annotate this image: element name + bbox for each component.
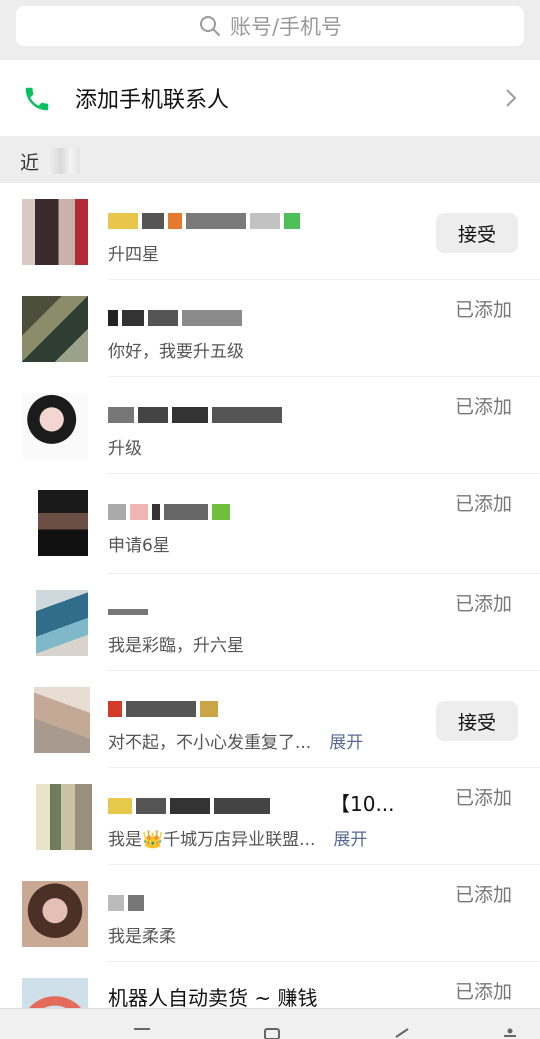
search-bar-area: 账号/手机号 [0, 0, 540, 60]
request-message-text: 我是👑千城万店异业联盟... [108, 830, 316, 850]
request-message: 你好，我要升五级 [108, 342, 244, 362]
blurred-name [108, 307, 246, 329]
list-item[interactable]: 对不起，不小心发重复了... 展开 接受 [0, 671, 540, 768]
request-message-text: 对不起，不小心发重复了... [108, 733, 312, 753]
list-item[interactable]: 申请6星 已添加 [0, 474, 540, 574]
expand-link[interactable]: 展开 [333, 830, 367, 850]
phone-icon [25, 87, 49, 111]
blurred-name [108, 601, 152, 623]
added-status: 已添加 [454, 884, 512, 906]
menu-icon[interactable] [132, 1027, 152, 1039]
list-item[interactable]: 升级 已添加 [0, 377, 540, 474]
list-item[interactable]: 你好，我要升五级 已添加 [0, 280, 540, 377]
blurred-name [108, 210, 304, 232]
blurred-name [108, 404, 286, 426]
list-item[interactable]: 我是彩臨，升六星 已添加 [0, 574, 540, 671]
avatar [34, 687, 90, 753]
blurred-name [108, 698, 222, 720]
friend-request-list: 升四星 接受 你好，我要升五级 已添加 升级 已添加 申请6星 已添加 我是彩臨… [0, 183, 540, 1022]
blurred-text [48, 148, 80, 174]
system-nav-bar [0, 1008, 540, 1039]
chevron-right-icon [506, 89, 517, 107]
request-message: 申请6星 [108, 536, 170, 556]
section-title: 近 [20, 152, 40, 174]
added-status: 已添加 [454, 299, 512, 321]
avatar [22, 296, 88, 362]
request-message: 对不起，不小心发重复了... 展开 [108, 728, 363, 753]
blurred-name [108, 795, 274, 817]
avatar [22, 393, 88, 459]
expand-link[interactable]: 展开 [329, 733, 363, 753]
add-phone-contacts-label: 添加手机联系人 [75, 88, 230, 113]
accessibility-icon[interactable] [500, 1027, 520, 1039]
added-status: 已添加 [454, 396, 512, 418]
added-status: 已添加 [454, 787, 512, 809]
request-message: 我是👑千城万店异业联盟... 展开 [108, 825, 367, 850]
avatar [38, 490, 88, 556]
request-message: 升级 [108, 439, 142, 459]
added-status: 已添加 [454, 981, 512, 1003]
request-message: 我是彩臨，升六星 [108, 636, 244, 656]
list-item[interactable]: 升四星 接受 [0, 183, 540, 280]
avatar [36, 590, 88, 656]
accept-button[interactable]: 接受 [436, 701, 518, 741]
search-icon [199, 16, 220, 36]
avatar [36, 784, 92, 850]
blurred-name [108, 892, 148, 914]
home-icon[interactable] [262, 1027, 282, 1039]
avatar [22, 881, 88, 947]
accept-button[interactable]: 接受 [436, 213, 518, 253]
list-item[interactable]: 【10... 我是👑千城万店异业联盟... 展开 已添加 [0, 768, 540, 865]
request-name: 【10... [330, 792, 395, 816]
section-header: 近 [0, 136, 540, 183]
search-placeholder: 账号/手机号 [229, 15, 343, 39]
request-name: 机器人自动卖货 ~ 赚钱 [108, 986, 318, 1010]
request-message: 我是柔柔 [108, 927, 176, 947]
back-icon[interactable] [392, 1027, 412, 1039]
avatar [22, 199, 88, 265]
added-status: 已添加 [454, 593, 512, 615]
search-input[interactable]: 账号/手机号 [16, 6, 524, 46]
list-item[interactable]: 我是柔柔 已添加 [0, 865, 540, 962]
added-status: 已添加 [454, 493, 512, 515]
add-phone-contacts-row[interactable]: 添加手机联系人 [0, 60, 540, 136]
blurred-name [108, 501, 234, 523]
request-message: 升四星 [108, 245, 159, 265]
